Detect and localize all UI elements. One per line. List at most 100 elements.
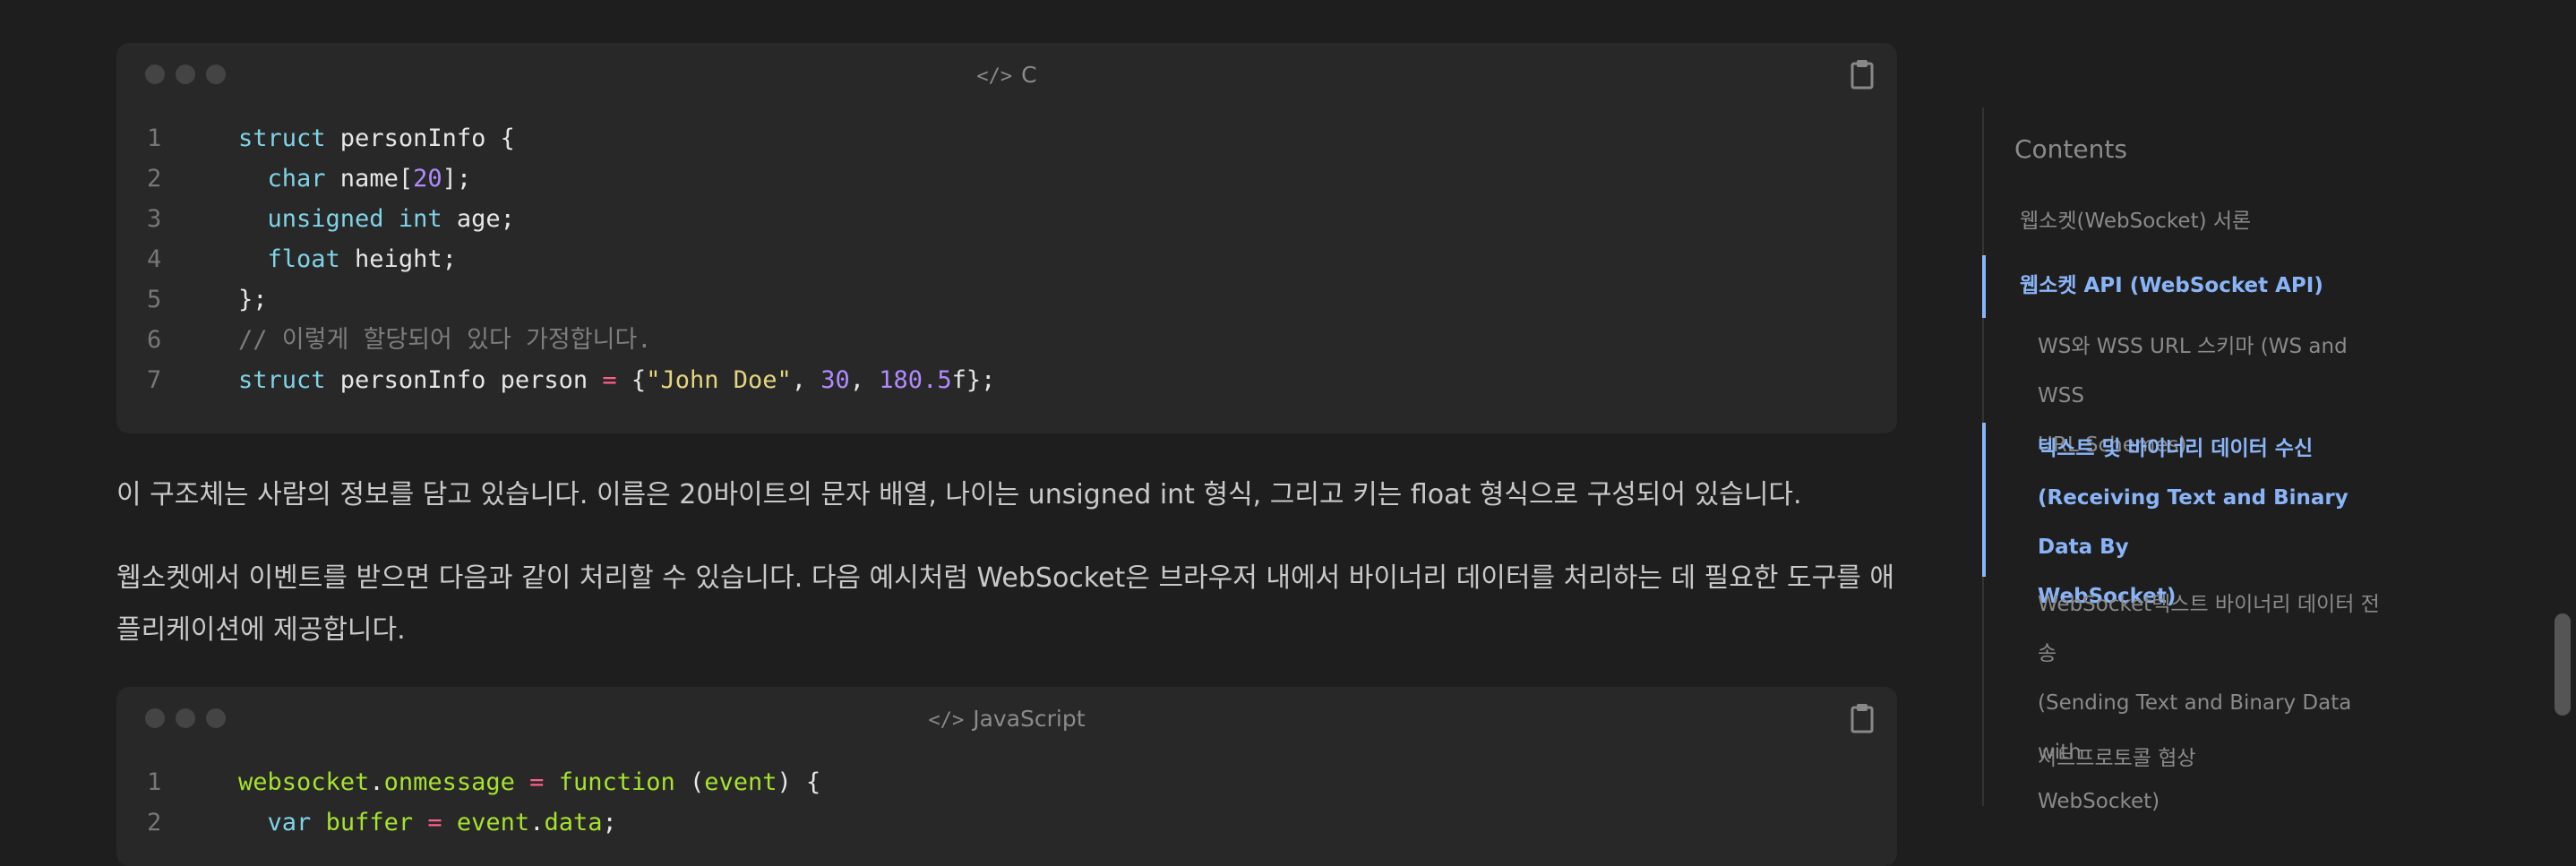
- code-block-header: </> JavaScript: [116, 687, 1897, 753]
- code-token: unsigned: [267, 205, 384, 233]
- code-token: .: [369, 768, 384, 796]
- code-token: struct: [238, 124, 326, 152]
- code-language-text: C: [1021, 62, 1037, 88]
- paragraph: 웹소켓에서 이벤트를 받으면 다음과 같이 처리할 수 있습니다. 다음 예시처…: [116, 562, 1894, 646]
- code-line: 3 unsigned int age;: [116, 199, 1897, 239]
- code-line: 4 float height;: [116, 239, 1897, 279]
- toc-item[interactable]: 웹소켓 API (WebSocket API): [2020, 262, 2323, 311]
- code-text: struct personInfo {: [238, 118, 515, 159]
- code-token: onmessage: [383, 768, 515, 796]
- line-number: 1: [147, 768, 162, 796]
- toc-item-label: WS와 WSS URL 스키마 (WS and WSS: [2038, 335, 2348, 407]
- code-token: 30: [820, 366, 850, 394]
- table-of-contents: Contents 웹소켓(WebSocket) 서론웹소켓 API (WebSo…: [1982, 107, 2396, 813]
- code-token: =: [529, 768, 545, 796]
- code-token: .: [529, 809, 545, 836]
- line-number: 2: [147, 809, 162, 836]
- code-token: name[: [325, 165, 414, 193]
- toc-title: Contents: [2014, 134, 2127, 164]
- toc-item-label: 서브프로토콜 협상: [2038, 747, 2196, 770]
- code-line: 1 struct personInfo {: [116, 118, 1897, 159]
- code-token: ,: [791, 366, 821, 394]
- line-number: 5: [147, 286, 162, 313]
- code-token: event: [456, 809, 530, 836]
- code-token: function: [558, 768, 675, 796]
- code-block-c: </> C 1 struct personInfo { 2 char name[20]…: [116, 43, 1897, 433]
- code-block-header: </> C: [116, 43, 1897, 109]
- code-token: =: [427, 809, 442, 836]
- code-token: 20: [413, 165, 442, 193]
- code-token: (: [674, 768, 705, 796]
- toc-item[interactable]: 서브프로토콜 협상: [2038, 734, 2196, 784]
- code-language-label: </> C: [116, 63, 1897, 90]
- toc-item-label: 웹소켓 API (WebSocket API): [2020, 274, 2323, 297]
- line-number: 6: [147, 326, 162, 354]
- code-text: websocket.onmessage = function (event) {: [238, 762, 820, 802]
- code-token: ;: [602, 809, 617, 836]
- code-text: char name[20];: [238, 159, 472, 199]
- line-number: 4: [147, 245, 162, 273]
- code-token: struct: [238, 366, 326, 394]
- scrollbar-thumb[interactable]: [2555, 613, 2571, 716]
- code-lines: 1 struct personInfo {2 char name[20]; 3 un…: [116, 109, 1897, 400]
- code-icon: </>: [928, 709, 965, 732]
- code-token: int: [398, 205, 442, 233]
- code-token: ) {: [777, 768, 821, 796]
- paragraph: 이 구조체는 사람의 정보를 담고 있습니다. 이름은 20바이트의 문자 배열…: [116, 479, 1802, 510]
- code-text: unsigned int age;: [238, 199, 515, 239]
- line-number: 1: [147, 124, 162, 152]
- code-line: 5};: [116, 279, 1897, 320]
- toc-item-label: 텍스트 및 바이너리 데이터 수신: [2038, 437, 2314, 460]
- toc-item[interactable]: 웹소켓(WebSocket) 서론: [2020, 197, 2251, 246]
- code-token: =: [602, 366, 617, 394]
- code-token: buffer: [325, 809, 414, 836]
- toc-active-indicator: [1982, 255, 1986, 318]
- code-token: float: [267, 245, 340, 273]
- code-token: age;: [442, 205, 515, 233]
- code-token: personInfo {: [325, 124, 515, 152]
- code-line: 1 websocket.onmessage = function (event) …: [116, 762, 1897, 802]
- scrollbar[interactable]: [2547, 0, 2576, 844]
- code-line: 6 // 이렇게 할당되어 있다 가정합니다.: [116, 320, 1897, 360]
- code-line: 2 var buffer = event.data;: [116, 802, 1897, 843]
- code-language-text: JavaScript: [973, 706, 1086, 732]
- toc-active-indicator: [1982, 423, 1986, 577]
- code-token: 180.5: [879, 366, 952, 394]
- line-number: 2: [147, 165, 162, 193]
- toc-item[interactable]: WebSocket텍스트 바이너리 데이터 전송 (Sending Text an…: [2038, 580, 2396, 827]
- code-text: // 이렇게 할당되어 있다 가정합니다.: [238, 320, 652, 360]
- code-token: ];: [442, 165, 472, 193]
- toc-item-label: (Receiving Text and Binary Data By: [2038, 486, 2348, 559]
- code-icon: </>: [976, 65, 1013, 88]
- code-token: f};: [951, 366, 996, 394]
- code-token: personInfo person: [325, 366, 603, 394]
- code-language-label: </> JavaScript: [116, 707, 1897, 733]
- line-number: 3: [147, 205, 162, 233]
- code-text: var buffer = event.data;: [238, 802, 617, 843]
- code-token: websocket: [238, 768, 370, 796]
- code-token: {: [616, 366, 647, 394]
- code-token: data: [544, 809, 603, 836]
- code-block-javascript: </> JavaScript 1 websocket.onmessage = fun…: [116, 687, 1897, 866]
- toc-item-label: WebSocket): [2038, 790, 2160, 813]
- code-lines: 1 websocket.onmessage = function (event) …: [116, 753, 1897, 843]
- toc-item-label: 웹소켓(WebSocket) 서론: [2020, 210, 2252, 233]
- code-token: // 이렇게 할당되어 있다 가정합니다.: [238, 326, 652, 354]
- code-text: float height;: [238, 239, 457, 279]
- code-token: var: [267, 809, 312, 836]
- clipboard-icon[interactable]: [1850, 59, 1874, 90]
- code-token: char: [267, 165, 326, 193]
- clipboard-icon[interactable]: [1850, 703, 1874, 733]
- code-text: };: [238, 279, 268, 320]
- code-token: height;: [339, 245, 457, 273]
- code-token: ,: [849, 366, 880, 394]
